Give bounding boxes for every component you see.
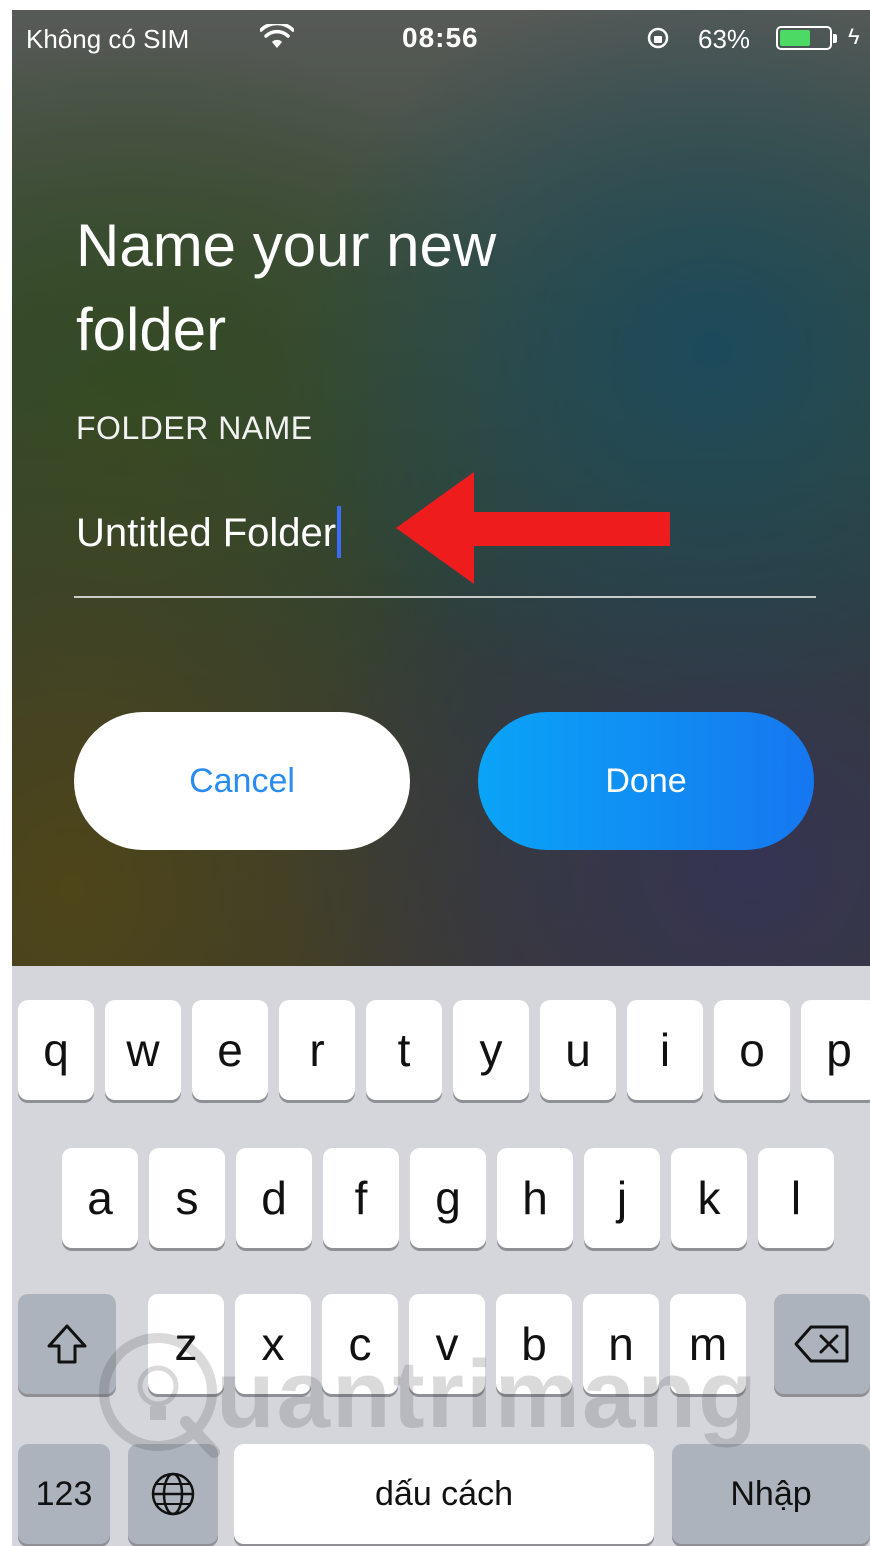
key-r[interactable]: r [279,1000,355,1100]
key-e[interactable]: e [192,1000,268,1100]
key-i[interactable]: i [627,1000,703,1100]
cancel-button-label: Cancel [189,761,295,800]
key-label: b [521,1318,547,1370]
key-x[interactable]: x [235,1294,311,1394]
rotation-lock-icon [647,27,669,49]
key-n[interactable]: n [583,1294,659,1394]
key-label: d [261,1172,287,1224]
battery-percent: 63% [698,24,751,54]
key-label: o [739,1024,765,1076]
dialog-title: Name your new folder [76,204,636,372]
key-label: p [826,1024,852,1076]
space-key-label: dấu cách [375,1474,513,1513]
key-label: a [87,1172,113,1224]
key-t[interactable]: t [366,1000,442,1100]
phone-screen: Không có SIM 08:56 63% ϟ Name your new f… [12,10,870,1546]
key-u[interactable]: u [540,1000,616,1100]
wifi-icon [260,24,294,48]
keyboard: q w e r t y u i o p a s d f g h j k l z x c v b n m 123 dấu các… [12,966,870,1546]
key-l[interactable]: l [758,1148,834,1248]
text-caret [337,506,342,558]
key-o[interactable]: o [714,1000,790,1100]
key-label: v [435,1318,459,1370]
key-label: c [348,1318,372,1370]
key-label: q [43,1024,69,1076]
key-label: j [616,1172,628,1224]
key-label: r [309,1024,325,1076]
shift-icon [47,1324,87,1364]
dialog-title-line1: Name your new [76,212,497,279]
shift-key[interactable] [18,1294,116,1394]
cancel-button[interactable]: Cancel [74,712,410,850]
key-w[interactable]: w [105,1000,181,1100]
key-q[interactable]: q [18,1000,94,1100]
red-arrow-annotation [396,472,670,584]
key-k[interactable]: k [671,1148,747,1248]
backspace-icon [794,1325,849,1363]
key-b[interactable]: b [496,1294,572,1394]
delete-key[interactable] [774,1294,870,1394]
key-a[interactable]: a [62,1148,138,1248]
key-label: x [261,1318,285,1370]
key-v[interactable]: v [409,1294,485,1394]
key-c[interactable]: c [322,1294,398,1394]
done-button[interactable]: Done [478,712,814,850]
key-y[interactable]: y [453,1000,529,1100]
key-j[interactable]: j [584,1148,660,1248]
numbers-key-label: 123 [35,1474,93,1513]
key-g[interactable]: g [410,1148,486,1248]
key-p[interactable]: p [801,1000,870,1100]
key-z[interactable]: z [148,1294,224,1394]
numbers-key[interactable]: 123 [18,1444,110,1544]
space-key[interactable]: dấu cách [234,1444,654,1544]
clock: 08:56 [402,22,479,53]
key-label: t [397,1024,411,1076]
folder-name-value: Untitled Folder [76,511,337,555]
key-label: h [522,1172,548,1224]
key-label: f [354,1172,368,1224]
dialog-background: Không có SIM 08:56 63% ϟ Name your new f… [12,10,870,966]
carrier-label: Không có SIM [26,24,190,54]
battery-nub [833,34,837,43]
key-label: g [435,1172,461,1224]
globe-icon [151,1472,195,1516]
key-label: e [217,1024,243,1076]
key-label: n [608,1318,634,1370]
return-key-label: Nhập [730,1474,812,1513]
key-label: u [565,1024,591,1076]
key-label: l [790,1172,802,1224]
key-label: z [174,1318,198,1370]
key-label: s [175,1172,199,1224]
key-d[interactable]: d [236,1148,312,1248]
key-f[interactable]: f [323,1148,399,1248]
charging-icon: ϟ [848,24,860,49]
battery-level [780,30,811,46]
return-key[interactable]: Nhập [672,1444,870,1544]
battery-icon [776,26,837,50]
done-button-label: Done [605,761,687,800]
key-h[interactable]: h [497,1148,573,1248]
globe-key[interactable] [128,1444,218,1544]
key-label: i [659,1024,671,1076]
key-m[interactable]: m [670,1294,746,1394]
key-label: w [126,1024,160,1076]
key-label: m [688,1318,728,1370]
status-bar: Không có SIM 08:56 63% ϟ [12,10,870,70]
key-label: y [479,1024,503,1076]
dialog-title-line2: folder [76,296,227,363]
key-label: k [697,1172,721,1224]
folder-name-label: FOLDER NAME [76,410,313,446]
key-s[interactable]: s [149,1148,225,1248]
